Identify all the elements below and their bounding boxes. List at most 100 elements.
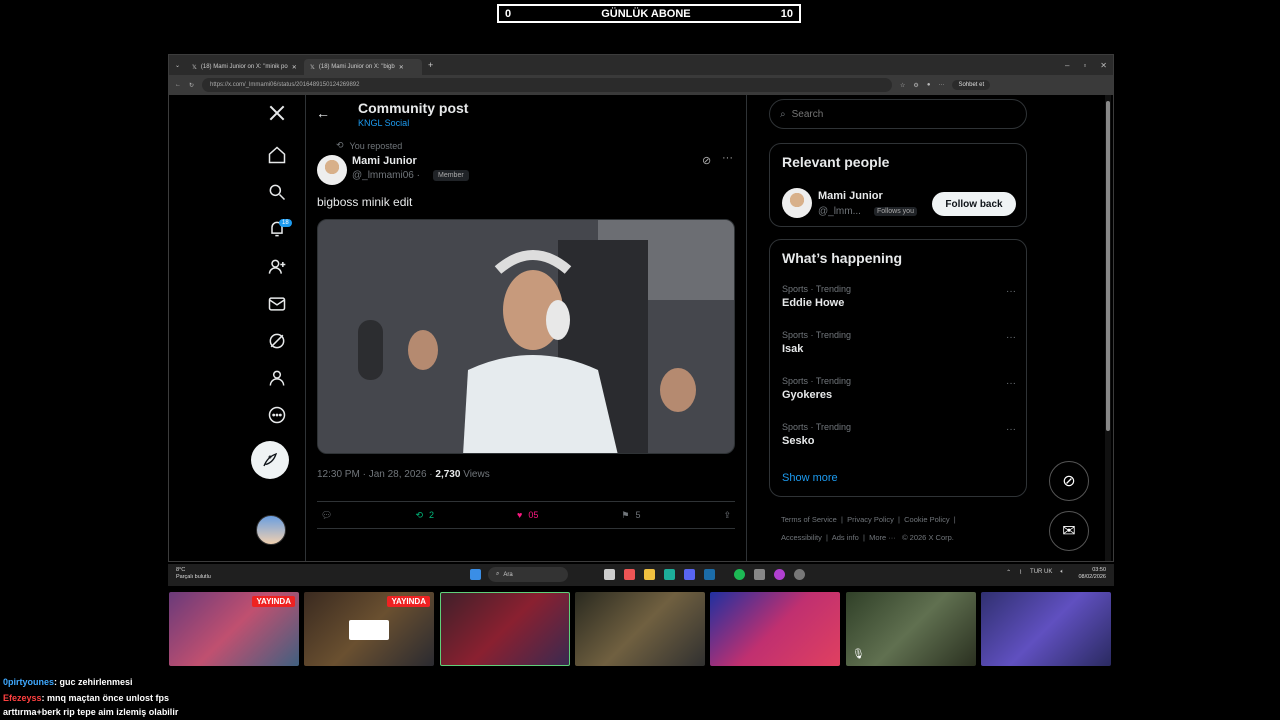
tab-close-icon[interactable]: ✕: [292, 64, 297, 71]
minimize-icon[interactable]: –: [1065, 61, 1069, 70]
grok-fab-button[interactable]: ⊘: [1049, 461, 1089, 501]
community-link[interactable]: KNGL Social: [358, 118, 409, 128]
volume-icon[interactable]: 🔈︎: [1060, 569, 1064, 576]
bookmark-button[interactable]: ⚑ 5: [621, 510, 640, 521]
maximize-icon[interactable]: ▫: [1083, 61, 1086, 70]
extensions-icon[interactable]: ⚙: [913, 82, 918, 89]
author-handle[interactable]: @_lmmami06 ·: [352, 170, 420, 181]
grok-icon[interactable]: ⊘: [702, 154, 711, 167]
search-input[interactable]: [791, 108, 992, 120]
back-icon[interactable]: ←: [175, 82, 181, 88]
tab-close-icon[interactable]: ✕: [399, 64, 404, 71]
footer-link[interactable]: Privacy Policy: [847, 515, 894, 524]
star-icon[interactable]: ☆: [900, 82, 905, 89]
chat-message: : mnq maçtan önce unlost fps: [41, 693, 170, 703]
weather-desc: Parçalı bulutlu: [176, 574, 211, 580]
back-arrow-icon[interactable]: ←: [316, 105, 330, 121]
explore-search-icon[interactable]: [263, 178, 291, 206]
x-logo-icon[interactable]: [263, 99, 291, 127]
trend-item[interactable]: Sports · Trending Gyokeres ···: [782, 376, 1016, 401]
messages-fab-button[interactable]: ✉: [1049, 511, 1089, 551]
taskbar-search-label: Ara: [503, 571, 513, 578]
more-icon[interactable]: ···: [1006, 332, 1016, 343]
taskbar-search[interactable]: ⌕ Ara: [488, 567, 568, 582]
cam-tile-4[interactable]: [575, 592, 705, 666]
post-actions: 💬︎ ⟲ 2 ♥ 05 ⚑ 5 ⇪: [317, 501, 735, 529]
edge-icon[interactable]: [664, 569, 675, 580]
share-icon: ⇪: [723, 509, 731, 520]
scrollbar-thumb[interactable]: [1106, 101, 1110, 431]
reply-button[interactable]: 💬︎: [321, 510, 332, 521]
more-icon[interactable]: ···: [1006, 378, 1016, 389]
member-badge: Member: [433, 170, 469, 181]
start-icon[interactable]: [470, 569, 481, 580]
address-bar: ← ↻ https://x.com/_lmmami06/status/20164…: [169, 75, 1113, 95]
profile-icon[interactable]: [263, 364, 291, 392]
app-icon[interactable]: [774, 569, 785, 580]
footer-link[interactable]: Terms of Service: [781, 515, 837, 524]
post-video[interactable]: [317, 219, 735, 454]
cam-tile-5[interactable]: [710, 592, 840, 666]
footer-link[interactable]: Accessibility: [781, 533, 822, 542]
more-options-icon[interactable]: ···: [722, 152, 733, 164]
sub-goal-current: 0: [505, 7, 512, 20]
trend-item[interactable]: Sports · Trending Eddie Howe ···: [782, 284, 1016, 309]
task-view-icon[interactable]: [604, 569, 615, 580]
wifi-icon[interactable]: ⌇: [1019, 569, 1022, 576]
footer-link[interactable]: Ads info: [832, 533, 859, 542]
mic-muted-icon: 🎙︎: [852, 649, 865, 660]
relevant-name[interactable]: Mami Junior: [818, 190, 883, 202]
cam-tile-6[interactable]: 🎙︎: [846, 592, 976, 666]
explorer-icon[interactable]: [644, 569, 655, 580]
tab-1[interactable]: 𝕏 (18) Mami Junior on X: "minik po ✕: [186, 59, 304, 75]
spotify-icon[interactable]: [734, 569, 745, 580]
account-avatar[interactable]: [256, 515, 286, 545]
menu-icon[interactable]: ···: [938, 82, 944, 88]
app-icon[interactable]: [794, 569, 805, 580]
show-more-link[interactable]: Show more: [782, 472, 838, 484]
tab-list-icon[interactable]: ⌄: [169, 62, 186, 69]
url-field[interactable]: https://x.com/_lmmami06/status/201648915…: [202, 78, 893, 92]
cam-tile-1[interactable]: YAYINDA: [169, 592, 299, 666]
footer-link[interactable]: More ···: [869, 533, 896, 542]
follow-back-button[interactable]: Follow back: [932, 192, 1016, 216]
weather-widget[interactable]: 8°C Parçalı bulutlu: [176, 567, 211, 581]
cam-tile-7[interactable]: [981, 592, 1111, 666]
close-window-icon[interactable]: ✕: [1100, 61, 1107, 70]
compose-post-button[interactable]: [251, 441, 289, 479]
lang-indicator[interactable]: TUR UK: [1030, 569, 1052, 576]
new-tab-icon[interactable]: +: [422, 60, 439, 70]
home-icon[interactable]: [263, 141, 291, 169]
discord-icon[interactable]: [684, 569, 695, 580]
follow-icon[interactable]: [263, 253, 291, 281]
more-icon[interactable]: [263, 401, 291, 429]
grok-icon[interactable]: [263, 327, 291, 355]
share-button[interactable]: ⇪: [723, 510, 731, 521]
author-name[interactable]: Mami Junior: [352, 155, 417, 167]
taskbar-clock[interactable]: 03:50 08/02/2026: [1078, 567, 1106, 581]
reload-icon[interactable]: ↻: [189, 82, 194, 89]
trend-item[interactable]: Sports · Trending Isak ···: [782, 330, 1016, 355]
repost-icon: ⟲: [415, 509, 423, 520]
profile-icon[interactable]: ●: [927, 82, 931, 88]
like-button[interactable]: ♥ 05: [517, 510, 538, 520]
obs-icon[interactable]: [754, 569, 765, 580]
heart-icon: ♥: [517, 510, 523, 520]
reply-icon: 💬︎: [321, 509, 333, 520]
author-avatar[interactable]: [317, 155, 347, 185]
footer-link[interactable]: Cookie Policy: [904, 515, 949, 524]
cam-tile-2[interactable]: YAYINDA: [304, 592, 434, 666]
steam-icon[interactable]: [704, 569, 715, 580]
trend-item[interactable]: Sports · Trending Sesko ···: [782, 422, 1016, 447]
sohbet-button[interactable]: Sohbet et: [952, 80, 991, 90]
main-column: ← Community post KNGL Social ⟲ You repos…: [305, 95, 747, 561]
chevron-up-icon[interactable]: ⌃: [1006, 569, 1011, 576]
relevant-avatar[interactable]: [782, 188, 812, 218]
more-icon[interactable]: ···: [1006, 286, 1016, 297]
more-icon[interactable]: ···: [1006, 424, 1016, 435]
cam-tile-3[interactable]: [440, 592, 570, 666]
repost-button[interactable]: ⟲ 2: [415, 510, 434, 521]
messages-icon[interactable]: [263, 290, 291, 318]
tab-2[interactable]: 𝕏 (18) Mami Junior on X: "bigb ✕: [304, 59, 423, 75]
app-icon[interactable]: [624, 569, 635, 580]
